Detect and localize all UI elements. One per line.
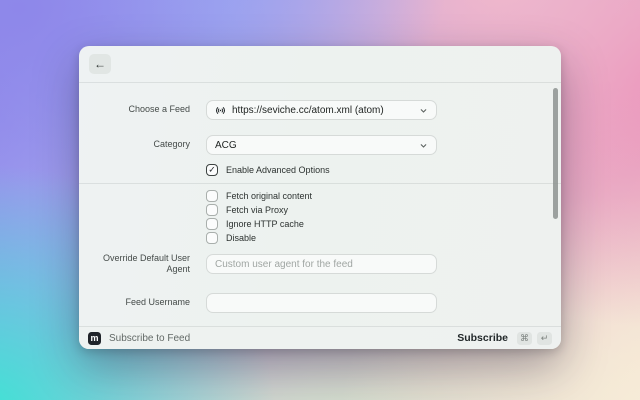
enable-advanced-options-checkbox-row[interactable]: ✓ Enable Advanced Options (79, 164, 561, 176)
chevron-down-icon (419, 141, 428, 150)
back-arrow-icon: ← (94, 57, 106, 71)
user-agent-input[interactable]: Custom user agent for the feed (206, 254, 437, 275)
user-agent-label: Override Default User Agent (102, 253, 190, 275)
category-label: Category (153, 139, 190, 150)
dialog-header: ← (79, 46, 561, 83)
form-content: Choose a Feed https://seviche.cc/atom.xm… (79, 83, 561, 328)
user-agent-placeholder: Custom user agent for the feed (215, 258, 353, 270)
disable-label: Disable (226, 233, 257, 243)
row-feed-username: Feed Username (79, 292, 561, 313)
subscribe-action-button[interactable]: Subscribe (457, 332, 508, 344)
row-category: Category ACG (79, 135, 561, 155)
feed-dropdown-value: https://seviche.cc/atom.xml (atom) (232, 104, 384, 116)
feed-username-input[interactable] (206, 292, 437, 313)
return-key-icon: ↵ (537, 331, 552, 345)
feed-dropdown[interactable]: https://seviche.cc/atom.xml (atom) (206, 100, 437, 120)
ignore-http-cache-label: Ignore HTTP cache (226, 219, 304, 229)
row-user-agent: Override Default User Agent Custom user … (79, 253, 561, 276)
row-choose-feed: Choose a Feed https://seviche.cc/atom.xm… (79, 100, 561, 120)
enable-advanced-options-label: Enable Advanced Options (226, 165, 330, 175)
category-dropdown[interactable]: ACG (206, 135, 437, 155)
dialog-footer: m Subscribe to Feed Subscribe ⌘ ↵ (79, 326, 561, 349)
back-button[interactable]: ← (89, 54, 111, 74)
vertical-scrollbar[interactable] (553, 88, 558, 219)
miniflux-logo: m (88, 331, 101, 345)
checkbox-unchecked-icon[interactable] (206, 218, 218, 230)
checkbox-unchecked-icon[interactable] (206, 190, 218, 202)
fetch-original-content-label: Fetch original content (226, 191, 313, 201)
choose-feed-label: Choose a Feed (128, 104, 190, 115)
fetch-via-proxy-label: Fetch via Proxy (226, 205, 289, 215)
checkbox-checked-icon[interactable]: ✓ (206, 164, 218, 176)
ignore-http-cache-checkbox-row[interactable]: Ignore HTTP cache (79, 218, 561, 230)
command-title: Subscribe to Feed (109, 332, 191, 344)
feed-live-icon (215, 105, 226, 116)
checkbox-unchecked-icon[interactable] (206, 232, 218, 244)
section-divider (79, 183, 561, 184)
chevron-down-icon (419, 106, 428, 115)
command-key-icon: ⌘ (517, 331, 532, 345)
checkbox-unchecked-icon[interactable] (206, 204, 218, 216)
category-dropdown-value: ACG (215, 139, 237, 151)
subscribe-to-feed-dialog: ← Choose a Feed https://seviche.cc/atom.… (79, 46, 561, 349)
fetch-via-proxy-checkbox-row[interactable]: Fetch via Proxy (79, 204, 561, 216)
disable-checkbox-row[interactable]: Disable (79, 232, 561, 244)
fetch-original-content-checkbox-row[interactable]: Fetch original content (79, 190, 561, 202)
feed-username-label: Feed Username (125, 296, 190, 307)
